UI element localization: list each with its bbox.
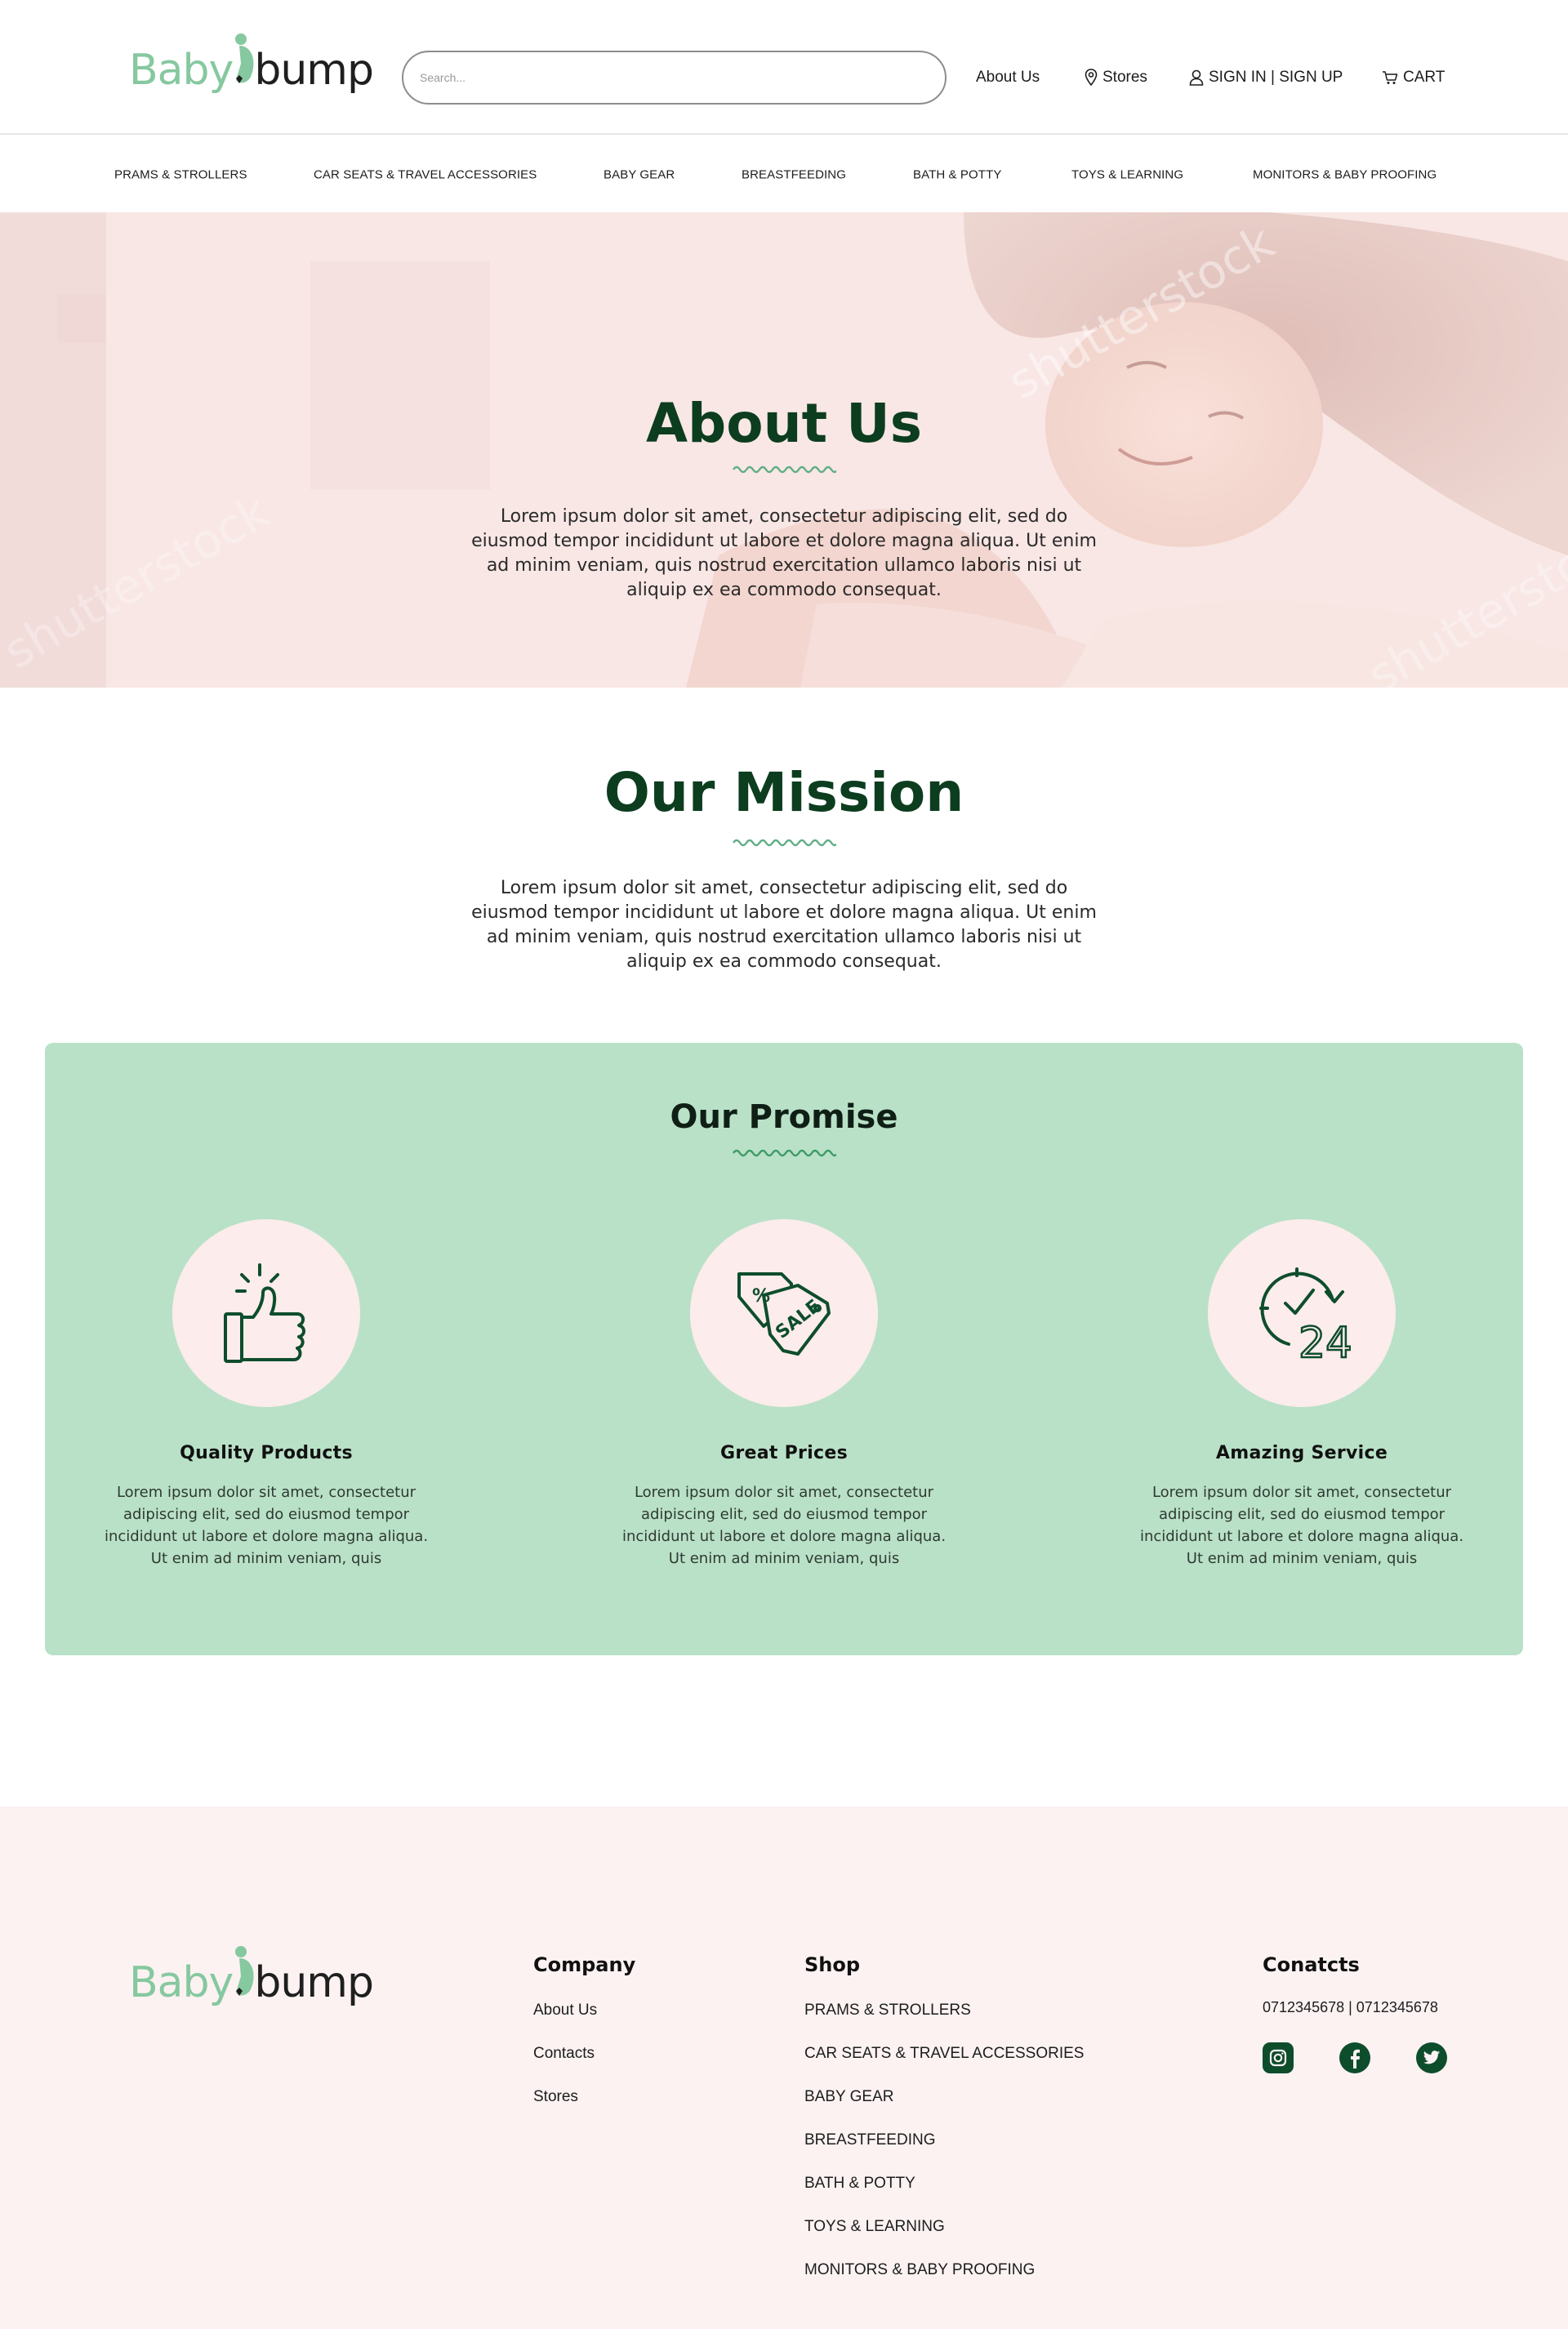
footer-shop-column: Shop PRAMS & STROLLERS CAR SEATS & TRAVE… — [804, 1953, 1084, 2302]
title-squiggle-divider — [733, 465, 836, 474]
promise-squiggle-divider — [733, 1149, 836, 1157]
feature-icon-circle: % SALE — [690, 1219, 878, 1407]
mission-title: Our Mission — [604, 761, 964, 824]
search-input[interactable] — [402, 51, 947, 105]
nav-cart[interactable]: CART — [1382, 65, 1445, 90]
twitter-icon[interactable] — [1416, 2042, 1447, 2073]
category-bath-potty[interactable]: BATH & POTTY — [913, 168, 1001, 182]
social-links — [1263, 2042, 1447, 2073]
footer-contacts-column: Conatcts 0712345678 | 0712345678 — [1263, 1953, 1447, 2073]
nav-about-us[interactable]: About Us — [976, 65, 1040, 90]
logo-bump-text: bump — [254, 46, 374, 95]
footer-link-bath-potty[interactable]: BATH & POTTY — [804, 2172, 1084, 2215]
feature-description: Lorem ipsum dolor sit amet, consectetur … — [621, 1484, 947, 1567]
feature-description: Lorem ipsum dolor sit amet, consectetur … — [104, 1484, 429, 1567]
footer-phone-numbers: 0712345678 | 0712345678 — [1263, 1999, 1438, 2015]
feature-description: Lorem ipsum dolor sit amet, consectetur … — [1139, 1484, 1464, 1567]
promise-section: Our Promise Quality Products Lorem ipsum… — [45, 1043, 1523, 1655]
feature-icon-circle: 24 — [1208, 1219, 1396, 1407]
brand-logo[interactable]: Baby bump — [129, 29, 374, 95]
feature-name: Quality Products — [180, 1443, 353, 1463]
category-monitors[interactable]: MONITORS & BABY PROOFING — [1253, 168, 1437, 182]
clock-24-icon: 24 — [1259, 1267, 1351, 1362]
thumbs-up-icon — [224, 1263, 305, 1363]
logo-bump-text: bump — [254, 1958, 374, 2007]
instagram-icon[interactable] — [1263, 2042, 1294, 2073]
nav-cart-label: CART — [1403, 69, 1446, 86]
footer-company-heading: Company — [533, 1953, 636, 1976]
footer-link-toys[interactable]: TOYS & LEARNING — [804, 2215, 1084, 2259]
category-toys-learning[interactable]: TOYS & LEARNING — [1071, 168, 1183, 182]
site-footer: Baby bump Company About Us Contacts Stor… — [0, 1806, 1568, 2329]
feature-amazing-service: 24 Amazing Service Lorem ipsum dolor sit… — [1138, 1219, 1465, 1570]
site-header: Baby bump About Us Stores SIGN IN | SIGN… — [0, 0, 1568, 135]
logo-baby-text: Baby — [129, 46, 234, 95]
footer-link-breastfeeding[interactable]: BREASTFEEDING — [804, 2129, 1084, 2172]
svg-text:%: % — [752, 1286, 770, 1307]
category-breastfeeding[interactable]: BREASTFEEDING — [742, 168, 846, 182]
hero-banner: shutterstock shutterstock shutterstock A… — [0, 212, 1568, 688]
sale-tag-icon: % SALE — [737, 1272, 831, 1356]
footer-link-baby-gear[interactable]: BABY GEAR — [804, 2086, 1084, 2129]
category-car-seats[interactable]: CAR SEATS & TRAVEL ACCESSORIES — [314, 168, 537, 182]
footer-logo[interactable]: Baby bump — [129, 1942, 374, 2007]
footer-shop-heading: Shop — [804, 1953, 861, 1976]
footer-link-car-seats[interactable]: CAR SEATS & TRAVEL ACCESSORIES — [804, 2042, 1084, 2086]
promise-title: Our Promise — [670, 1098, 898, 1136]
feature-great-prices: % SALE Great Prices Lorem ipsum dolor si… — [621, 1219, 947, 1570]
category-baby-gear[interactable]: BABY GEAR — [604, 168, 675, 182]
footer-link-contacts[interactable]: Contacts — [533, 2042, 635, 2086]
nav-sign-in[interactable]: SIGN IN | SIGN UP — [1189, 65, 1343, 90]
location-pin-icon — [1085, 69, 1098, 87]
footer-link-about[interactable]: About Us — [533, 1999, 635, 2042]
mission-squiggle-divider — [733, 839, 836, 847]
nav-sign-label: SIGN IN | SIGN UP — [1209, 69, 1343, 86]
footer-link-monitors[interactable]: MONITORS & BABY PROOFING — [804, 2259, 1084, 2302]
footer-link-prams[interactable]: PRAMS & STROLLERS — [804, 1999, 1084, 2042]
hero-description: Lorem ipsum dolor sit amet, consectetur … — [471, 506, 1097, 600]
feature-name: Great Prices — [719, 1443, 849, 1463]
mission-description: Lorem ipsum dolor sit amet, consectetur … — [471, 878, 1097, 972]
facebook-icon[interactable] — [1339, 2042, 1370, 2073]
feature-quality-products: Quality Products Lorem ipsum dolor sit a… — [103, 1219, 430, 1570]
logo-baby-text: Baby — [129, 1958, 234, 2007]
nav-about-label: About Us — [976, 69, 1040, 86]
footer-contacts-heading: Conatcts — [1263, 1953, 1360, 1976]
nav-stores[interactable]: Stores — [1085, 65, 1147, 90]
nav-stores-label: Stores — [1102, 69, 1147, 86]
footer-link-stores[interactable]: Stores — [533, 2086, 635, 2129]
cart-icon — [1383, 71, 1398, 84]
feature-icon-circle — [172, 1219, 360, 1407]
footer-company-column: Company About Us Contacts Stores — [533, 1953, 635, 2129]
category-prams-strollers[interactable]: PRAMS & STROLLERS — [114, 168, 247, 182]
hero-title: About Us — [645, 392, 923, 455]
category-bar: PRAMS & STROLLERS CAR SEATS & TRAVEL ACC… — [0, 136, 1568, 212]
clock-24-badge-text: 24 — [1298, 1319, 1351, 1362]
feature-name: Amazing Service — [1215, 1443, 1388, 1463]
user-icon — [1189, 69, 1204, 86]
